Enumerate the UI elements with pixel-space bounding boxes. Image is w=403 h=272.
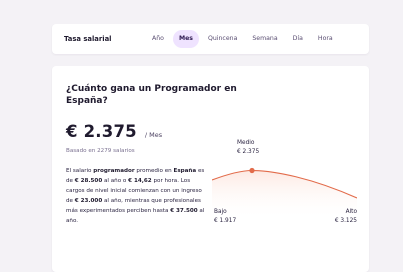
median-label-group: Medio € 2.375 xyxy=(237,139,259,157)
low-label: Bajo xyxy=(214,209,227,215)
salary-question-heading: ¿Cuánto gana un Programador en España? xyxy=(66,84,237,106)
desc-country: España xyxy=(173,168,197,174)
tab-dia[interactable]: Día xyxy=(287,30,309,48)
desc-annual-salary: € 28.500 xyxy=(74,178,103,184)
desc-text: promedio en xyxy=(134,168,174,174)
desc-text: al año o xyxy=(102,178,129,184)
median-label: Medio xyxy=(237,140,255,146)
desc-text: El salario xyxy=(66,168,94,174)
salary-description: El salario programador promedio en Españ… xyxy=(66,166,206,226)
desc-entry-salary: € 23.000 xyxy=(74,198,103,204)
tab-ano[interactable]: Año xyxy=(146,30,170,48)
salary-period: / Mes xyxy=(144,131,163,139)
desc-hourly-rate: € 14,62 xyxy=(128,178,152,184)
salary-distribution-chart: Medio € 2.375 Bajo € 1.917 Alto € 3.125 xyxy=(212,136,357,236)
tab-hora[interactable]: Hora xyxy=(312,30,339,48)
rate-tabs: Año Mes Quincena Semana Día Hora xyxy=(146,30,342,48)
median-value: € 2.375 xyxy=(237,149,260,155)
desc-senior-salary: € 37.500 xyxy=(170,208,198,214)
salary-figure: € 2.375 / Mes xyxy=(66,122,162,141)
salary-amount: € 2.375 xyxy=(66,122,137,141)
high-label-group: Alto € 3.125 xyxy=(335,208,357,226)
rate-bar-title: Tasa salarial xyxy=(64,35,112,43)
tab-semana[interactable]: Semana xyxy=(246,30,283,48)
high-value: € 3.125 xyxy=(334,218,357,224)
sample-size-note: Basado en 2279 salarios xyxy=(66,148,135,154)
high-label: Alto xyxy=(345,209,357,215)
salary-rate-bar: Tasa salarial Año Mes Quincena Semana Dí… xyxy=(52,24,369,54)
low-value: € 1.917 xyxy=(214,218,237,224)
low-label-group: Bajo € 1.917 xyxy=(214,208,236,226)
salary-card: ¿Cuánto gana un Programador en España? €… xyxy=(52,66,369,272)
median-marker xyxy=(249,167,255,174)
tab-quincena[interactable]: Quincena xyxy=(202,30,243,48)
tab-mes[interactable]: Mes xyxy=(172,30,199,48)
desc-job: programador xyxy=(93,168,135,174)
distribution-area xyxy=(212,170,357,236)
